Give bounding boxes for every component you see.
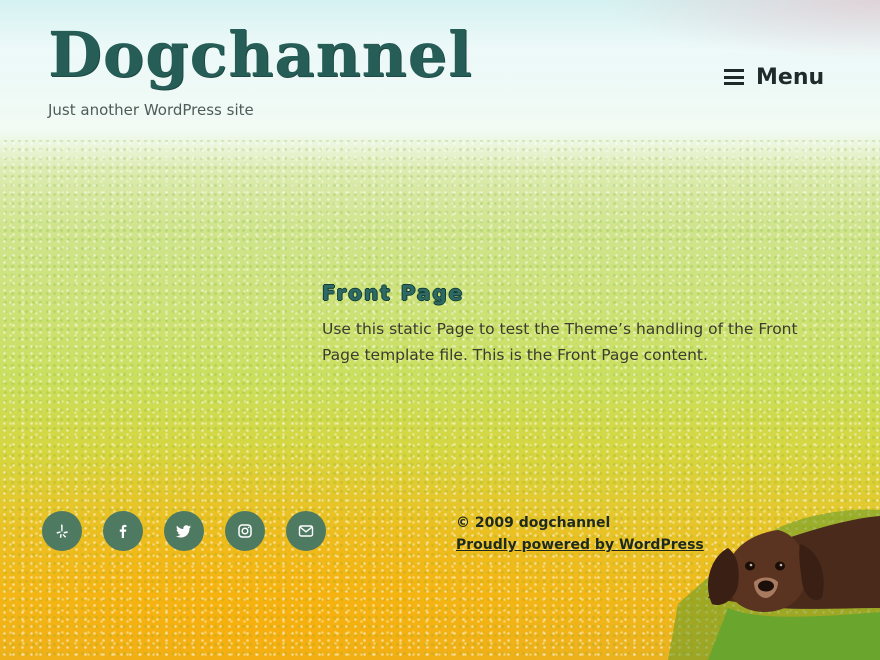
facebook-icon bbox=[119, 524, 127, 538]
site-title[interactable]: Dogchannel bbox=[48, 18, 473, 92]
social-links bbox=[42, 511, 326, 551]
menu-toggle-button[interactable]: Menu bbox=[724, 62, 824, 92]
page-title: Front Page bbox=[322, 281, 465, 305]
hamburger-icon bbox=[724, 69, 744, 85]
social-link-instagram[interactable] bbox=[225, 511, 265, 551]
social-link-yelp[interactable] bbox=[42, 511, 82, 551]
page-content: Use this static Page to test the Theme’s… bbox=[322, 320, 798, 364]
sky-tint bbox=[600, 0, 880, 60]
email-icon bbox=[298, 525, 314, 537]
instagram-icon bbox=[238, 524, 252, 538]
menu-label: Menu bbox=[756, 64, 825, 90]
copyright-text: © 2009 dogchannel bbox=[456, 515, 611, 531]
social-link-facebook[interactable] bbox=[103, 511, 143, 551]
site-tagline: Just another WordPress site bbox=[48, 101, 254, 119]
dachshund-image bbox=[668, 509, 880, 660]
social-link-twitter[interactable] bbox=[164, 511, 204, 551]
powered-by-link[interactable]: Proudly powered by WordPress bbox=[456, 537, 704, 553]
twitter-icon bbox=[176, 525, 191, 538]
social-link-email[interactable] bbox=[286, 511, 326, 551]
yelp-icon bbox=[56, 524, 68, 538]
site-footer: © 2009 dogchannel Proudly powered by Wor… bbox=[456, 512, 704, 556]
